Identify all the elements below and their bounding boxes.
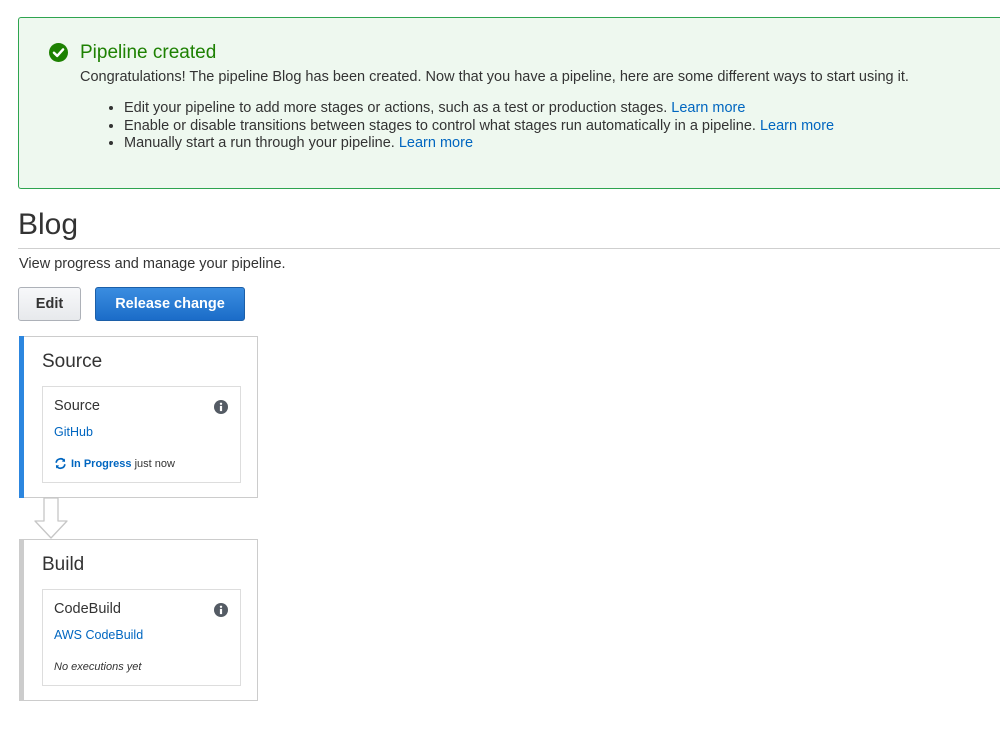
flash-tips-list: Edit your pipeline to add more stages or… [80,100,834,153]
status-label[interactable]: In Progress [71,458,132,470]
tip-text: Manually start a run through your pipeli… [124,135,395,151]
action-card-codebuild: CodeBuild AWS CodeBuild No executions ye… [42,589,241,686]
action-provider-link[interactable]: AWS CodeBuild [54,627,143,643]
tip-text: Edit your pipeline to add more stages or… [124,100,668,116]
tip-text: Enable or disable transitions between st… [124,117,756,134]
stage-status-bar [19,539,24,701]
edit-button[interactable]: Edit [18,287,81,321]
status-label: No executions yet [54,661,142,673]
transition-arrow-icon[interactable] [33,497,69,540]
info-icon[interactable] [214,400,228,414]
success-flash: Pipeline created Congratulations! The pi… [18,17,1000,189]
action-provider-link[interactable]: GitHub [54,424,93,440]
refresh-icon [55,457,66,470]
list-item: Manually start a run through your pipeli… [124,135,834,153]
divider [18,248,1000,249]
learn-more-link[interactable]: Learn more [760,118,834,134]
stage-name: Build [42,554,85,575]
page-title: Blog [18,208,79,241]
status-time: just now [134,458,175,470]
page-description: View progress and manage your pipeline. [19,256,286,272]
list-item: Enable or disable transitions between st… [124,118,834,136]
flash-message: Congratulations! The pipeline Blog has b… [80,69,909,85]
learn-more-link[interactable]: Learn more [671,100,745,116]
release-change-button[interactable]: Release change [95,287,245,321]
check-circle-icon [49,43,68,62]
list-item: Edit your pipeline to add more stages or… [124,100,834,118]
action-name: CodeBuild [54,601,121,617]
stage-build: Build CodeBuild AWS CodeBuild No executi… [19,539,258,701]
learn-more-link[interactable]: Learn more [399,135,473,151]
info-icon[interactable] [214,603,228,617]
action-card-source: Source GitHub In Progress just now [42,386,241,483]
action-status: In Progress just now [54,456,175,472]
action-name: Source [54,398,100,414]
stage-name: Source [42,351,103,372]
action-status: No executions yet [54,659,141,675]
stage-source: Source Source GitHub In Progress just no… [19,336,258,498]
stage-status-bar [19,336,24,498]
flash-title: Pipeline created [80,42,217,63]
